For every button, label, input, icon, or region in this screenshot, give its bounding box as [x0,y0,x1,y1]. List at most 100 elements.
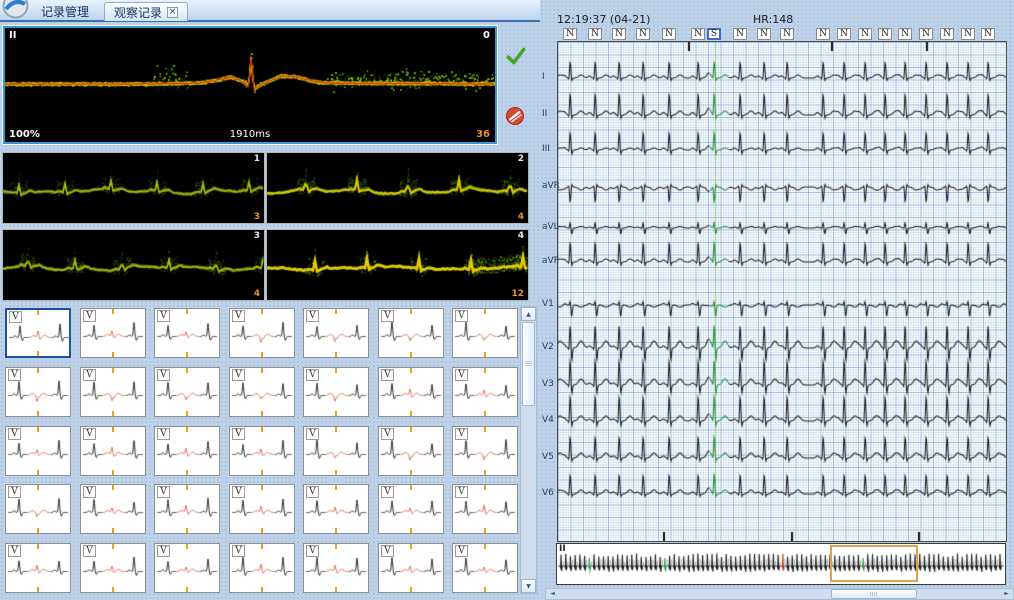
channel-waveform-canvas [3,230,264,300]
view-window-rect[interactable] [830,545,918,582]
beat-type-tag: V [306,369,319,381]
scrollbar-thumb[interactable] [831,589,917,599]
beat-thumbnail[interactable]: V [154,543,220,593]
beat-type-tag: V [306,428,319,440]
beat-annotation-box[interactable]: N [940,28,954,40]
beat-thumbnail[interactable]: V [229,308,295,358]
tab-bar: 记录管理 观察记录 × [0,0,540,22]
beat-annotation-box[interactable]: N [612,28,626,40]
beat-thumbnail[interactable]: V [5,543,71,593]
scrollbar-thumb[interactable] [522,322,535,406]
beat-thumbnail[interactable]: V [229,426,295,476]
beat-type-tag: V [157,310,170,322]
close-icon[interactable]: × [167,7,178,18]
beat-type-tag: V [83,545,96,557]
beat-type-tag: V [8,369,21,381]
beat-thumbnail[interactable]: V [378,367,444,417]
beat-thumbnail[interactable]: V [452,484,518,534]
align-tick-bottom [37,528,39,533]
beat-thumbnail[interactable]: V [80,426,146,476]
beat-thumbnail[interactable]: V [378,308,444,358]
beat-thumbnail[interactable]: V [80,543,146,593]
beat-type-tag: V [381,428,394,440]
beat-thumbnail[interactable]: V [80,367,146,417]
beat-thumbnail[interactable]: V [378,543,444,593]
align-tick-bottom [112,411,114,416]
scroll-down-icon[interactable]: ▼ [521,579,536,593]
beat-template-panel[interactable]: II 0 100% 1910ms 36 [3,26,497,144]
tab-record-management[interactable]: 记录管理 [32,2,98,21]
beat-thumbnail[interactable]: V [5,367,71,417]
beat-annotation-box[interactable]: N [757,28,771,40]
beat-annotation-box[interactable]: N [858,28,872,40]
beat-annotation-box[interactable]: N [563,28,577,40]
ecg-grid-panel[interactable] [557,41,1007,542]
beat-annotation-box[interactable]: N [691,28,705,40]
beat-thumbnail[interactable]: V [154,426,220,476]
confirm-button[interactable] [505,45,527,67]
beat-thumbnail[interactable]: V [452,543,518,593]
beat-annotation-box[interactable]: N [816,28,830,40]
beat-thumbnail[interactable]: V [80,308,146,358]
app-logo-icon[interactable] [2,0,29,19]
beat-thumbnail[interactable]: V [303,543,369,593]
align-tick-top [37,368,39,373]
beat-thumbnail[interactable]: V [229,543,295,593]
tab-observe-record[interactable]: 观察记录 × [104,2,188,21]
beat-thumbnail[interactable]: V [154,308,220,358]
beat-annotation-box[interactable]: N [981,28,995,40]
beat-thumbnail[interactable]: V [80,484,146,534]
beat-thumbnail[interactable]: V [452,367,518,417]
channel-panel-3[interactable]: 3 4 [2,229,265,301]
align-tick-bottom [186,411,188,416]
channel-panel-1[interactable]: 1 3 [2,152,265,224]
beat-annotation-box[interactable]: N [837,28,851,40]
beat-type-tag: V [232,310,245,322]
channel-panel-2[interactable]: 2 4 [266,152,529,224]
align-tick-top [261,544,263,549]
ecg-scrollbar[interactable]: ◄ ► [545,588,1014,600]
beat-thumbnail[interactable]: V [378,484,444,534]
beat-annotation-box[interactable]: N [878,28,892,40]
align-tick-bottom [484,528,486,533]
rhythm-strip[interactable]: II [556,543,1006,585]
beat-thumbnail[interactable]: V [229,367,295,417]
beat-annotation-box[interactable]: N [662,28,676,40]
beat-annotation-box[interactable]: N [780,28,794,40]
reject-button[interactable] [505,106,527,128]
beat-type-tag: V [306,545,319,557]
beat-thumbnail[interactable]: V [303,367,369,417]
beat-thumbnail[interactable]: V [5,426,71,476]
beat-thumbnail[interactable]: V [303,308,369,358]
beat-annotation-box[interactable]: N [636,28,650,40]
scroll-right-icon[interactable]: ► [1001,589,1012,599]
beat-thumbnail[interactable]: V [5,484,71,534]
beat-thumbnail[interactable]: V [303,426,369,476]
beat-annotation-box[interactable]: N [961,28,975,40]
scroll-up-icon[interactable]: ▲ [521,307,536,321]
align-tick-bottom [410,528,412,533]
beat-annotation-box[interactable]: N [588,28,602,40]
beat-thumbnail[interactable]: V [229,484,295,534]
channel-panel-4[interactable]: 4 12 [266,229,529,301]
beat-thumbnail[interactable]: V [154,484,220,534]
beat-type-tag: V [306,310,319,322]
beat-annotation-box[interactable]: S [707,28,721,40]
lead-label-V4: V4 [542,415,556,425]
beat-thumbnail[interactable]: V [452,426,518,476]
thumbnail-scrollbar[interactable]: ▲ ▼ [520,306,537,594]
align-tick-top [112,544,114,549]
beat-type-tag: V [83,486,96,498]
align-tick-bottom [261,587,263,592]
beat-annotation-box[interactable]: N [733,28,747,40]
beat-annotation-box[interactable]: N [919,28,933,40]
beat-annotation-box[interactable]: N [898,28,912,40]
beat-thumbnail[interactable]: V [5,308,71,358]
lead-label-II: II [542,109,556,119]
beat-thumbnail[interactable]: V [452,308,518,358]
beat-thumbnail[interactable]: V [303,484,369,534]
beat-thumbnail[interactable]: V [154,367,220,417]
align-tick-top [186,427,188,432]
beat-thumbnail[interactable]: V [378,426,444,476]
scroll-left-icon[interactable]: ◄ [547,589,558,599]
